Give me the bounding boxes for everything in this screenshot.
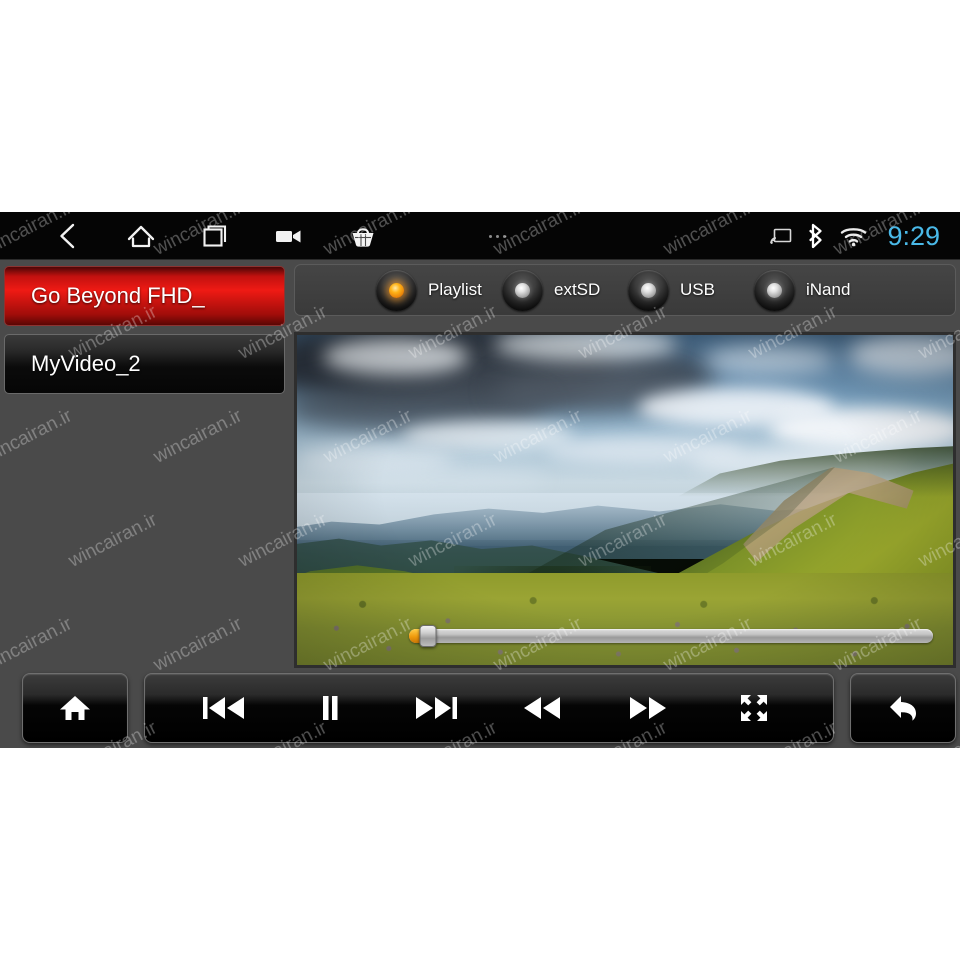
bluetooth-icon[interactable] xyxy=(806,223,826,249)
source-option-extsd[interactable]: extSD xyxy=(502,269,628,311)
source-option-label: extSD xyxy=(554,280,601,299)
playlist-item[interactable]: MyVideo_2 xyxy=(4,334,285,394)
source-option-playlist[interactable]: Playlist xyxy=(376,269,502,311)
status-bar-system-icons: 9:29 xyxy=(770,212,940,260)
ellipsis-dots xyxy=(488,234,506,238)
source-option-usb[interactable]: USB xyxy=(628,269,754,311)
status-bar: 9:29 xyxy=(0,212,960,260)
home-button[interactable] xyxy=(22,673,128,743)
basket-icon[interactable] xyxy=(326,212,400,260)
home-icon xyxy=(60,696,90,720)
next-track-icon xyxy=(416,697,457,719)
radio-indicator-off xyxy=(767,282,782,298)
fullscreen-button[interactable] xyxy=(717,676,791,740)
rewind-icon xyxy=(524,697,560,719)
radio-indicator-on xyxy=(389,282,404,298)
fullscreen-icon xyxy=(741,695,767,721)
video-frame xyxy=(297,335,953,665)
radio-indicator-off xyxy=(641,282,656,298)
more-ellipsis-icon[interactable] xyxy=(460,212,534,260)
transport-controls xyxy=(144,673,834,743)
source-option-label: USB xyxy=(680,280,715,299)
rewind-button[interactable] xyxy=(505,676,579,740)
wildflower-texture xyxy=(297,572,953,665)
status-bar-nav-icons xyxy=(30,212,534,260)
pause-icon xyxy=(323,696,338,720)
cast-screen-icon[interactable] xyxy=(770,227,792,245)
radio-knob-icon xyxy=(628,269,669,311)
wifi-icon[interactable] xyxy=(840,226,867,247)
radio-knob-icon xyxy=(754,269,795,311)
video-camera-icon[interactable] xyxy=(252,212,326,260)
previous-track-button[interactable] xyxy=(187,676,261,740)
source-option-inand[interactable]: iNand xyxy=(754,269,880,311)
radio-knob-icon xyxy=(502,269,543,311)
seek-track[interactable] xyxy=(409,629,933,643)
video-player[interactable] xyxy=(294,332,956,668)
device-screenshot: 9:29 Go Beyond FHD_ MyVideo_2 Playlist e… xyxy=(0,212,960,748)
playlist-item-label: MyVideo_2 xyxy=(31,351,141,376)
radio-knob-icon xyxy=(376,269,417,311)
back-arrow-icon xyxy=(890,696,916,721)
source-selector-row: Playlist extSD USB iNand xyxy=(294,264,956,316)
radio-indicator-off xyxy=(515,282,530,298)
status-bar-clock: 9:29 xyxy=(887,220,940,251)
back-button[interactable] xyxy=(850,673,956,743)
next-track-button[interactable] xyxy=(399,676,473,740)
recents-icon[interactable] xyxy=(178,212,252,260)
playlist-item-selected[interactable]: Go Beyond FHD_ xyxy=(4,266,285,326)
playlist-sidebar: Go Beyond FHD_ MyVideo_2 xyxy=(0,261,289,667)
back-icon[interactable] xyxy=(30,212,104,260)
source-option-label: Playlist xyxy=(428,280,482,299)
pause-button[interactable] xyxy=(293,676,367,740)
fast-forward-icon xyxy=(630,697,666,719)
player-control-bar xyxy=(0,668,960,748)
seek-thumb[interactable] xyxy=(419,625,437,647)
seek-bar[interactable] xyxy=(409,625,933,647)
fast-forward-button[interactable] xyxy=(611,676,685,740)
source-option-label: iNand xyxy=(806,280,851,299)
previous-track-icon xyxy=(203,697,244,719)
home-icon[interactable] xyxy=(104,212,178,260)
playlist-item-label: Go Beyond FHD_ xyxy=(31,283,205,308)
